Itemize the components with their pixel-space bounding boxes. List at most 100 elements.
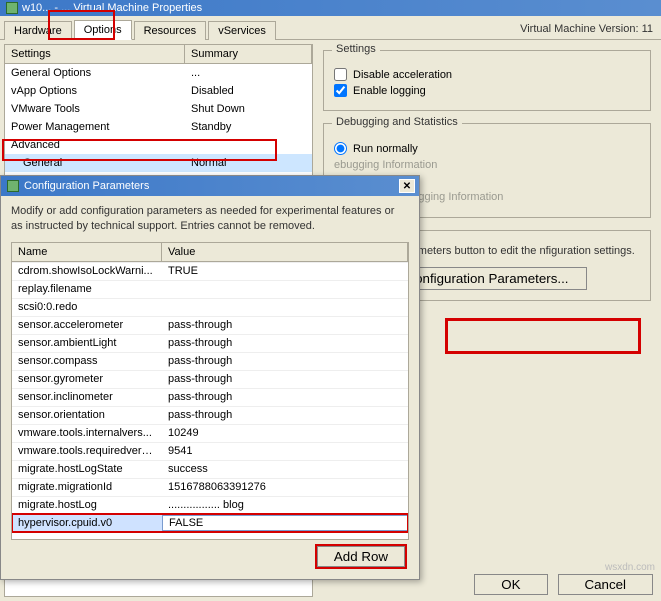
cell: Power Management (5, 119, 185, 135)
settings-rows: General Options ... vApp Options Disable… (5, 64, 312, 190)
param-value-cell: pass-through (162, 372, 408, 386)
dialog-body: Modify or add configuration parameters a… (1, 196, 419, 579)
group-settings-title: Settings (332, 43, 380, 55)
cell (185, 143, 312, 147)
header-summary[interactable]: Summary (185, 45, 312, 63)
param-header: Name Value (12, 243, 408, 262)
checkbox-input[interactable] (334, 68, 347, 81)
param-name-cell: sensor.ambientLight (12, 336, 162, 350)
group-debug-title: Debugging and Statistics (332, 116, 462, 128)
param-name-cell: vmware.tools.requiredvers... (12, 444, 162, 458)
settings-row-advanced[interactable]: Advanced (5, 136, 312, 154)
param-value-cell: ................. blog (162, 498, 408, 512)
config-params-dialog: Configuration Parameters ✕ Modify or add… (0, 175, 420, 580)
vm-version-label: Virtual Machine Version: 11 (512, 19, 661, 39)
tab-hardware[interactable]: Hardware (4, 21, 72, 40)
param-name-cell: sensor.inclinometer (12, 390, 162, 404)
cell: Shut Down (185, 101, 312, 117)
param-row[interactable]: migrate.hostLog................. blog (12, 496, 408, 514)
cell: Normal (185, 155, 312, 171)
group-settings: Settings Disable acceleration Enable log… (323, 50, 651, 111)
cancel-button[interactable]: Cancel (558, 574, 654, 595)
param-value-cell: 9541 (162, 444, 408, 458)
ok-button[interactable]: OK (474, 574, 547, 595)
param-value-cell: pass-through (162, 408, 408, 422)
settings-row-vmware-tools[interactable]: VMware Tools Shut Down (5, 100, 312, 118)
param-row[interactable]: migrate.migrationId1516788063391276 (12, 478, 408, 496)
param-name-cell: vmware.tools.internalvers... (12, 426, 162, 440)
radio-label: Run normally (353, 143, 418, 155)
param-row[interactable]: vmware.tools.internalvers...10249 (12, 424, 408, 442)
param-name-cell: hypervisor.cpuid.v0 (12, 516, 162, 530)
param-value-cell: success (162, 462, 408, 476)
settings-row-vapp-options[interactable]: vApp Options Disabled (5, 82, 312, 100)
header-settings[interactable]: Settings (5, 45, 185, 63)
param-name-cell: replay.filename (12, 282, 162, 296)
param-name-cell: sensor.compass (12, 354, 162, 368)
dialog-title: Configuration Parameters (24, 180, 149, 192)
checkbox-enable-logging[interactable]: Enable logging (334, 84, 640, 97)
cell: VMware Tools (5, 101, 185, 117)
param-value-cell: pass-through (162, 318, 408, 332)
param-row[interactable]: sensor.orientationpass-through (12, 406, 408, 424)
param-name-cell: scsi0:0.redo (12, 300, 162, 314)
dialog-titlebar: Configuration Parameters ✕ (1, 176, 419, 196)
settings-row-power-mgmt[interactable]: Power Management Standby (5, 118, 312, 136)
settings-row-general[interactable]: General Normal (5, 154, 312, 172)
param-value-cell: 10249 (162, 426, 408, 440)
param-name-cell: migrate.hostLog (12, 498, 162, 512)
param-row[interactable]: hypervisor.cpuid.v0FALSE (12, 514, 408, 532)
tabs-row: Hardware Options Resources vServices Vir… (0, 16, 661, 40)
param-row[interactable]: replay.filename (12, 280, 408, 298)
param-value-cell: pass-through (162, 354, 408, 368)
radio-label: ebugging Information (334, 159, 437, 171)
radio-input[interactable] (334, 142, 347, 155)
dialog-icon (7, 180, 19, 192)
param-value-cell (162, 306, 408, 308)
watermark: wsxdn.com (605, 562, 655, 573)
param-value-cell: pass-through (162, 336, 408, 350)
param-value-cell: pass-through (162, 390, 408, 404)
param-value-cell[interactable]: FALSE (162, 515, 408, 531)
param-grid: Name Value cdrom.showIsoLockWarni...TRUE… (11, 242, 409, 540)
checkbox-input[interactable] (334, 84, 347, 97)
param-row[interactable]: sensor.gyrometerpass-through (12, 370, 408, 388)
tab-resources[interactable]: Resources (134, 21, 207, 40)
param-row[interactable]: sensor.inclinometerpass-through (12, 388, 408, 406)
cell: ... (185, 65, 312, 81)
param-name-cell: cdrom.showIsoLockWarni... (12, 264, 162, 278)
vm-icon (6, 2, 18, 14)
param-name-cell: sensor.orientation (12, 408, 162, 422)
param-row[interactable]: vmware.tools.requiredvers...9541 (12, 442, 408, 460)
param-row[interactable]: scsi0:0.redo (12, 298, 408, 316)
checkbox-label: Disable acceleration (353, 69, 452, 81)
radio-record-debug: ebugging Information (334, 159, 640, 171)
param-row[interactable]: sensor.ambientLightpass-through (12, 334, 408, 352)
param-value-cell: TRUE (162, 264, 408, 278)
radio-run-normally[interactable]: Run normally (334, 142, 640, 155)
header-value[interactable]: Value (162, 243, 408, 261)
cell: Standby (185, 119, 312, 135)
cell: Advanced (5, 137, 185, 153)
dialog-instructions: Modify or add configuration parameters a… (11, 204, 409, 234)
settings-list-header: Settings Summary (5, 45, 312, 64)
param-name-cell: migrate.migrationId (12, 480, 162, 494)
param-name-cell: sensor.gyrometer (12, 372, 162, 386)
dialog-footer: Add Row (11, 540, 409, 573)
header-name[interactable]: Name (12, 243, 162, 261)
tab-options[interactable]: Options (74, 20, 132, 40)
window-titlebar: w10... - ... Virtual Machine Properties (0, 0, 661, 16)
param-row[interactable]: sensor.accelerometerpass-through (12, 316, 408, 334)
param-row[interactable]: sensor.compasspass-through (12, 352, 408, 370)
cell: General Options (5, 65, 185, 81)
close-icon[interactable]: ✕ (399, 179, 415, 193)
param-row[interactable]: cdrom.showIsoLockWarni...TRUE (12, 262, 408, 280)
checkbox-label: Enable logging (353, 85, 426, 97)
param-name-cell: sensor.accelerometer (12, 318, 162, 332)
tab-vservices[interactable]: vServices (208, 21, 276, 40)
cell: Disabled (185, 83, 312, 99)
add-row-button[interactable]: Add Row (317, 546, 405, 567)
param-row[interactable]: migrate.hostLogStatesuccess (12, 460, 408, 478)
checkbox-disable-accel[interactable]: Disable acceleration (334, 68, 640, 81)
settings-row-general-options[interactable]: General Options ... (5, 64, 312, 82)
